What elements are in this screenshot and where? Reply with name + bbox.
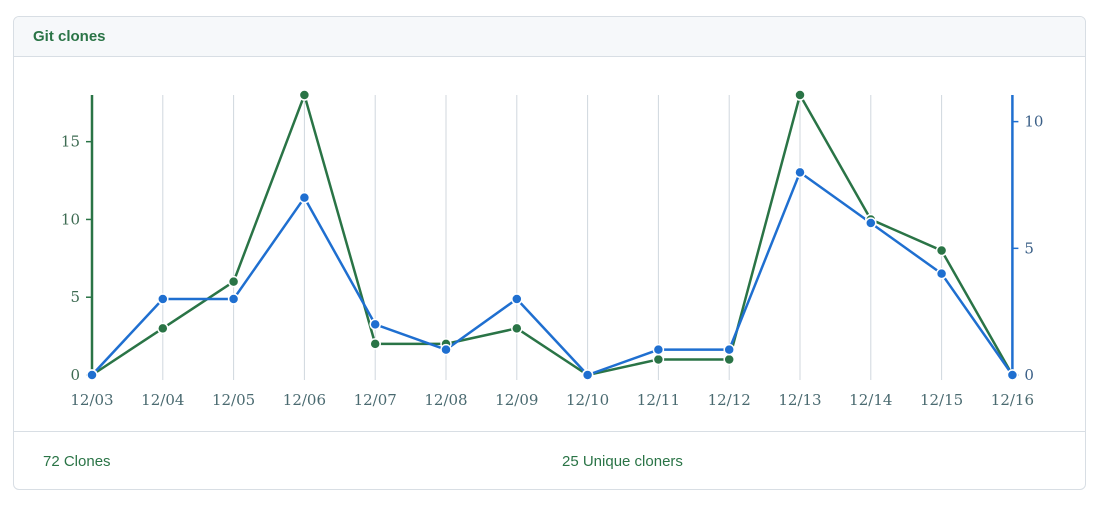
x-tick-label: 12/06 [283,391,326,409]
y-left-tick-label: 10 [61,210,80,228]
y-left-tick-label: 0 [70,366,80,384]
data-point-unique [794,166,806,179]
data-point-unique [865,217,877,229]
card-header: Git clones [14,17,1085,57]
x-tick-label: 12/09 [495,391,538,409]
data-point-clones [298,89,311,101]
x-tick-label: 12/03 [70,391,113,409]
tick-labels: 12/03 12/04 12/05 12/06 12/07 12/08 12/09 12/10… [61,113,1044,409]
card-footer: 72 Clones 25 Unique cloners [14,431,1085,489]
clones-line-chart: 12/03 12/04 12/05 12/06 12/07 12/08 12/09 12/10… [61,89,1044,409]
x-tick-label: 12/04 [141,391,184,409]
y-right-tick-label: 0 [1024,366,1034,384]
card-title: Git clones [33,28,106,45]
series-line-clones [91,93,1014,377]
axes [86,95,1019,376]
data-point-unique [581,369,594,381]
x-tick-label: 12/11 [637,391,680,409]
x-tick-label: 12/05 [212,391,255,409]
y-right-tick-label: 10 [1024,113,1043,131]
data-point-unique [86,369,98,381]
x-tick-label: 12/16 [991,391,1034,409]
data-point-unique [652,343,665,356]
series [86,89,1019,381]
data-point-clones [369,338,381,350]
x-tick-label: 12/10 [566,391,609,409]
data-point-unique [723,343,735,356]
x-tick-label: 12/08 [424,391,467,409]
x-tick-label: 12/15 [920,391,963,409]
data-point-clones [794,89,806,101]
data-point-unique [227,293,240,305]
data-point-unique [369,318,381,331]
series-line-unique [91,171,1014,377]
unique-cloners-total: 25 Unique cloners [562,453,683,470]
data-point-unique [935,267,948,280]
data-point-clones [723,353,735,366]
x-tick-label: 12/13 [778,391,821,409]
y-right-tick-label: 5 [1024,239,1034,257]
data-point-clones [511,322,523,335]
data-point-unique [157,293,169,305]
data-point-clones [157,322,169,335]
y-left-tick-label: 5 [70,288,80,306]
data-point-unique [511,293,523,305]
x-tick-label: 12/12 [708,391,751,409]
data-point-unique [298,191,311,204]
clones-total: 72 Clones [43,453,111,470]
x-tick-label: 12/14 [849,391,892,409]
data-point-unique [1006,369,1019,381]
x-tick-label: 12/07 [354,391,397,409]
y-left-tick-label: 15 [61,133,80,151]
data-point-clones [227,275,240,288]
data-point-unique [440,343,452,356]
data-point-clones [652,353,665,366]
data-point-clones [935,244,948,257]
chart-area: 12/03 12/04 12/05 12/06 12/07 12/08 12/09 12/10… [14,57,1085,431]
git-clones-card: Git clones 12/03 12/04 12/05 12/06 12/07 12/0… [13,16,1086,490]
